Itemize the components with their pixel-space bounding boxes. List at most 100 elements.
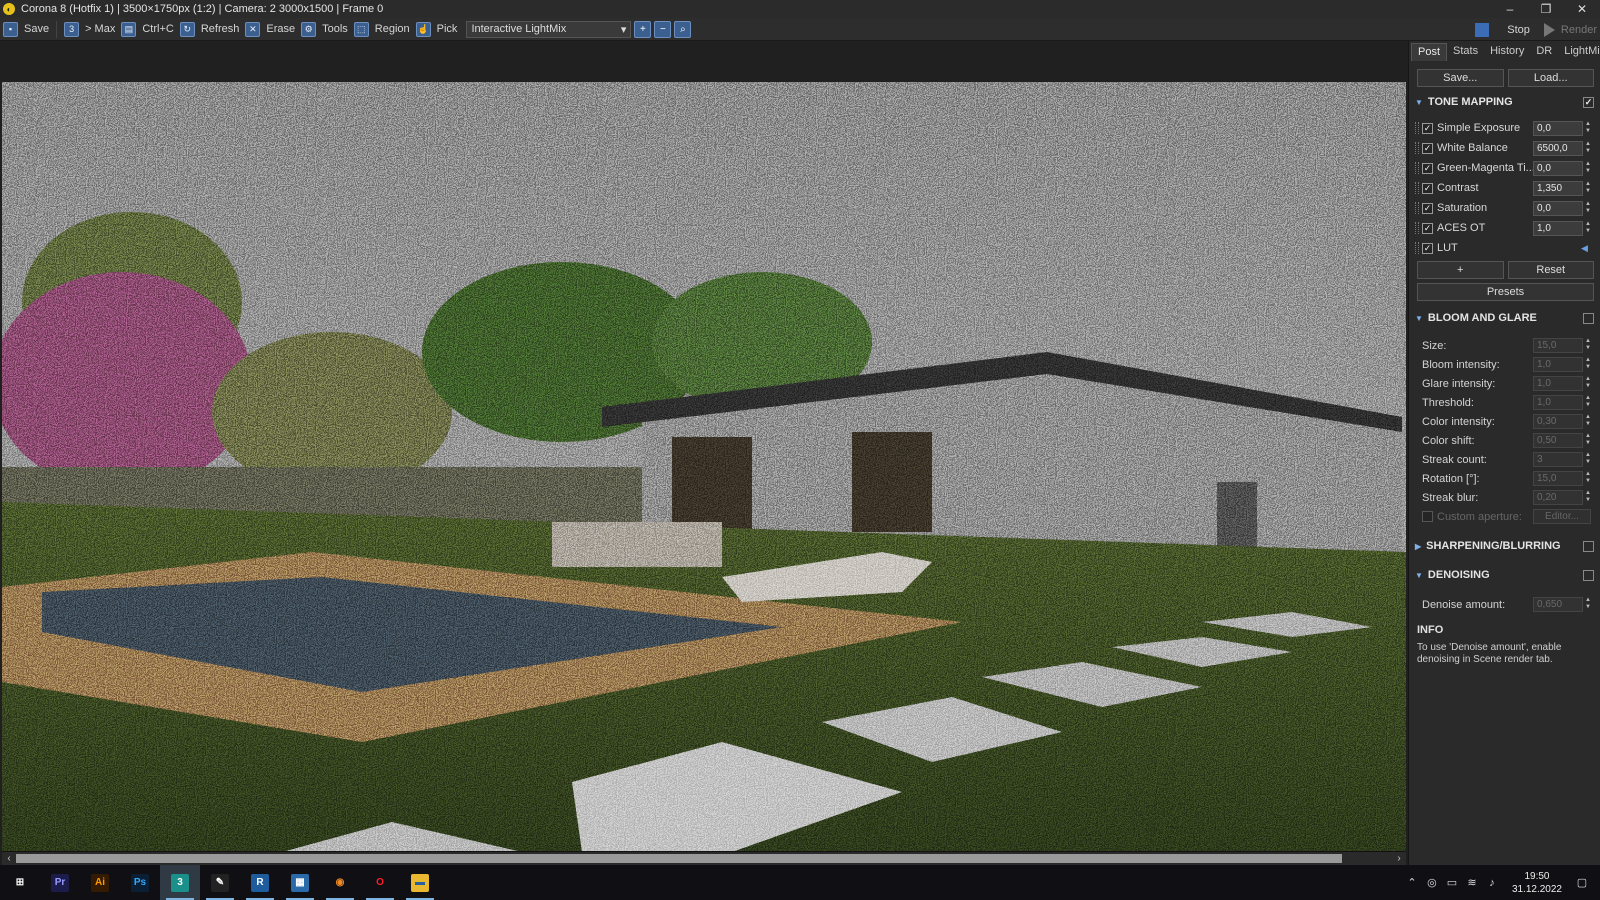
spinner-arrows-icon[interactable]: ▲ ▼ [1584, 452, 1592, 467]
denoising-toggle[interactable] [1583, 569, 1594, 581]
drag-handle-icon[interactable] [1415, 222, 1419, 234]
aces-input[interactable]: 1,0 [1533, 220, 1583, 236]
taskbar-calculator[interactable]: ▦ [280, 865, 320, 900]
taskbar-premiere[interactable]: Pr [40, 865, 80, 900]
drag-handle-icon[interactable] [1415, 202, 1419, 214]
stop-button[interactable]: Stop [1472, 19, 1533, 40]
tab-history[interactable]: History [1484, 43, 1530, 61]
reset-button[interactable]: Reset [1507, 261, 1594, 279]
tools-button[interactable]: ⚙ Tools [298, 19, 351, 40]
saturation-input[interactable]: 0,0 [1533, 200, 1583, 216]
lightmix-dropdown[interactable]: Interactive LightMix ▾ [466, 20, 632, 38]
size-input[interactable]: 15,0 [1533, 338, 1583, 353]
battery-icon[interactable]: ▭ [1442, 876, 1462, 889]
operator-checkbox[interactable]: ✓ [1422, 242, 1433, 254]
close-button[interactable]: ✕ [1564, 0, 1600, 18]
taskbar-sketchup[interactable]: ✎ [200, 865, 240, 900]
spinner-arrows-icon[interactable]: ▲ ▼ [1584, 181, 1592, 196]
color-shift-input[interactable]: 0,50 [1533, 433, 1583, 448]
bloom-intensity-input[interactable]: 1,0 [1533, 357, 1583, 372]
denoising-header[interactable]: ▼ DENOISING [1409, 567, 1600, 583]
volume-icon[interactable]: ♪ [1482, 877, 1502, 889]
pick-button[interactable]: ☝ Pick [413, 19, 461, 40]
save-button[interactable]: ▪ Save [0, 19, 52, 40]
presets-button[interactable]: Presets [1417, 283, 1594, 301]
spinner-arrows-icon[interactable]: ▲ ▼ [1584, 414, 1592, 429]
color-intensity-input[interactable]: 0,30 [1533, 414, 1583, 429]
zoom-in-icon[interactable]: + [634, 20, 652, 38]
render-viewport[interactable] [0, 41, 1408, 853]
render-image[interactable] [2, 82, 1406, 852]
drag-handle-icon[interactable] [1415, 122, 1419, 134]
sharpening-toggle[interactable] [1583, 540, 1594, 552]
exposure-input[interactable]: 0,0 [1533, 120, 1583, 136]
operator-checkbox[interactable]: ✓ [1422, 182, 1433, 194]
taskbar-illustrator[interactable]: Ai [80, 865, 120, 900]
chevron-up-icon[interactable]: ⌃ [1402, 876, 1422, 889]
sharpening-header[interactable]: ▶ SHARPENING/BLURRING [1409, 538, 1600, 554]
taskbar-windows-start[interactable]: ⊞ [0, 865, 40, 900]
spinner-arrows-icon[interactable]: ▲ ▼ [1584, 490, 1592, 505]
spinner-arrows-icon[interactable]: ▲ ▼ [1584, 338, 1592, 353]
spinner-arrows-icon[interactable]: ▲ ▼ [1584, 433, 1592, 448]
operator-checkbox[interactable]: ✓ [1422, 202, 1433, 214]
spinner-arrows-icon[interactable]: ▲ ▼ [1584, 141, 1592, 156]
taskbar-revit[interactable]: R [240, 865, 280, 900]
spinner-arrows-icon[interactable]: ▲ ▼ [1584, 357, 1592, 372]
streak-blur-input[interactable]: 0,20 [1533, 490, 1583, 505]
horizontal-scrollbar[interactable]: ‹ › [2, 851, 1406, 865]
spinner-arrows-icon[interactable]: ▲ ▼ [1584, 121, 1592, 136]
post-load-button[interactable]: Load... [1507, 69, 1594, 87]
threshold-input[interactable]: 1,0 [1533, 395, 1583, 410]
tab-dr[interactable]: DR [1530, 43, 1558, 61]
region-button[interactable]: ⬚ Region [351, 19, 413, 40]
taskbar-opera[interactable]: O [360, 865, 400, 900]
operator-checkbox[interactable]: ✓ [1422, 222, 1433, 234]
operator-checkbox[interactable]: ✓ [1422, 162, 1433, 174]
notification-icon[interactable]: ▢ [1572, 876, 1592, 889]
zoom-fit-icon[interactable]: ⌕ [674, 20, 692, 38]
bloom-glare-toggle[interactable] [1583, 312, 1594, 324]
denoise-amount-input[interactable]: 0,650 [1533, 597, 1583, 612]
scroll-left-icon[interactable]: ‹ [2, 852, 16, 865]
scroll-right-icon[interactable]: › [1392, 852, 1406, 865]
taskbar-photoshop[interactable]: Ps [120, 865, 160, 900]
spinner-arrows-icon[interactable]: ▲ ▼ [1584, 161, 1592, 176]
taskbar-blender[interactable]: ◉ [320, 865, 360, 900]
webcam-icon[interactable]: ◎ [1422, 876, 1442, 889]
add-operator-button[interactable]: + [1417, 261, 1504, 279]
expand-lut-icon[interactable]: ◀ [1581, 243, 1588, 254]
spinner-arrows-icon[interactable]: ▲ ▼ [1584, 221, 1592, 236]
custom-aperture-checkbox[interactable] [1422, 511, 1433, 522]
clock[interactable]: 19:50 31.12.2022 [1512, 870, 1562, 896]
tab-post[interactable]: Post [1411, 43, 1448, 61]
spinner-arrows-icon[interactable]: ▲ ▼ [1584, 395, 1592, 410]
drag-handle-icon[interactable] [1415, 162, 1419, 174]
spinner-arrows-icon[interactable]: ▲ ▼ [1584, 201, 1592, 216]
taskbar-3dsmax[interactable]: 3 [160, 865, 200, 900]
send-to-max-button[interactable]: 3 > Max [61, 19, 118, 40]
spinner-arrows-icon[interactable]: ▲ ▼ [1584, 376, 1592, 391]
tone-mapping-header[interactable]: ▼ TONE MAPPING ✓ [1409, 94, 1600, 110]
green-magenta-input[interactable]: 0,0 [1533, 160, 1583, 176]
erase-button[interactable]: ✕ Erase [242, 19, 298, 40]
operator-checkbox[interactable]: ✓ [1422, 142, 1433, 154]
contrast-input[interactable]: 1,350 [1533, 180, 1583, 196]
render-button[interactable]: Render [1533, 19, 1600, 40]
white-balance-input[interactable]: 6500,0 [1533, 140, 1583, 156]
refresh-button[interactable]: ↻ Refresh [177, 19, 243, 40]
taskbar-file-explorer[interactable]: ▬ [400, 865, 440, 900]
spinner-arrows-icon[interactable]: ▲ ▼ [1584, 597, 1592, 612]
drag-handle-icon[interactable] [1415, 182, 1419, 194]
operator-checkbox[interactable]: ✓ [1422, 122, 1433, 134]
tone-mapping-toggle[interactable]: ✓ [1583, 96, 1594, 108]
streak-count-input[interactable]: 3 [1533, 452, 1583, 467]
aperture-editor-button[interactable]: Editor... [1533, 509, 1591, 524]
copy-button[interactable]: ▤ Ctrl+C [118, 19, 176, 40]
minimize-button[interactable]: – [1492, 0, 1528, 18]
scrollbar-thumb[interactable] [16, 854, 1342, 863]
maximize-button[interactable]: ❐ [1528, 0, 1564, 18]
tab-stats[interactable]: Stats [1447, 43, 1484, 61]
wifi-icon[interactable]: ≋ [1462, 876, 1482, 889]
tab-lightmix[interactable]: LightMix [1558, 43, 1600, 61]
